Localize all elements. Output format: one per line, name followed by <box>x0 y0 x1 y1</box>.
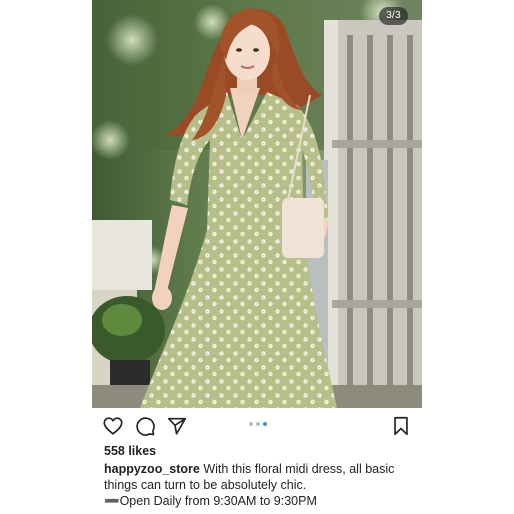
post-photo-image <box>92 0 422 408</box>
post-photo[interactable]: 3/3 <box>92 0 422 408</box>
comment-icon[interactable] <box>134 415 156 437</box>
post-action-bar <box>92 408 422 444</box>
likes-count[interactable]: 558 likes <box>104 444 156 458</box>
slide-counter-badge: 3/3 <box>379 7 408 25</box>
carousel-indicator <box>249 422 267 428</box>
caption-hours-line: ➖Open Daily from 9:30AM to 9:30PM <box>104 494 317 508</box>
heart-icon[interactable] <box>102 415 124 437</box>
send-icon[interactable] <box>166 415 188 437</box>
bookmark-icon[interactable] <box>390 415 412 437</box>
post-caption: happyzoo_store With this floral midi dre… <box>104 461 416 514</box>
carousel-dot <box>249 422 253 426</box>
carousel-dot-active <box>263 422 267 426</box>
instagram-post: 3/3 558 likes happyzoo_store With this f… <box>92 0 422 514</box>
screen: 3/3 558 likes happyzoo_store With this f… <box>0 0 514 514</box>
carousel-dot <box>256 422 260 426</box>
caption-username[interactable]: happyzoo_store <box>104 462 200 476</box>
caption-blurred-line: ▬▬▬ ▬▬▬▬▬ ▬▬▬▬ ▬▬▬ ▬▬▬▬ <box>104 509 416 514</box>
